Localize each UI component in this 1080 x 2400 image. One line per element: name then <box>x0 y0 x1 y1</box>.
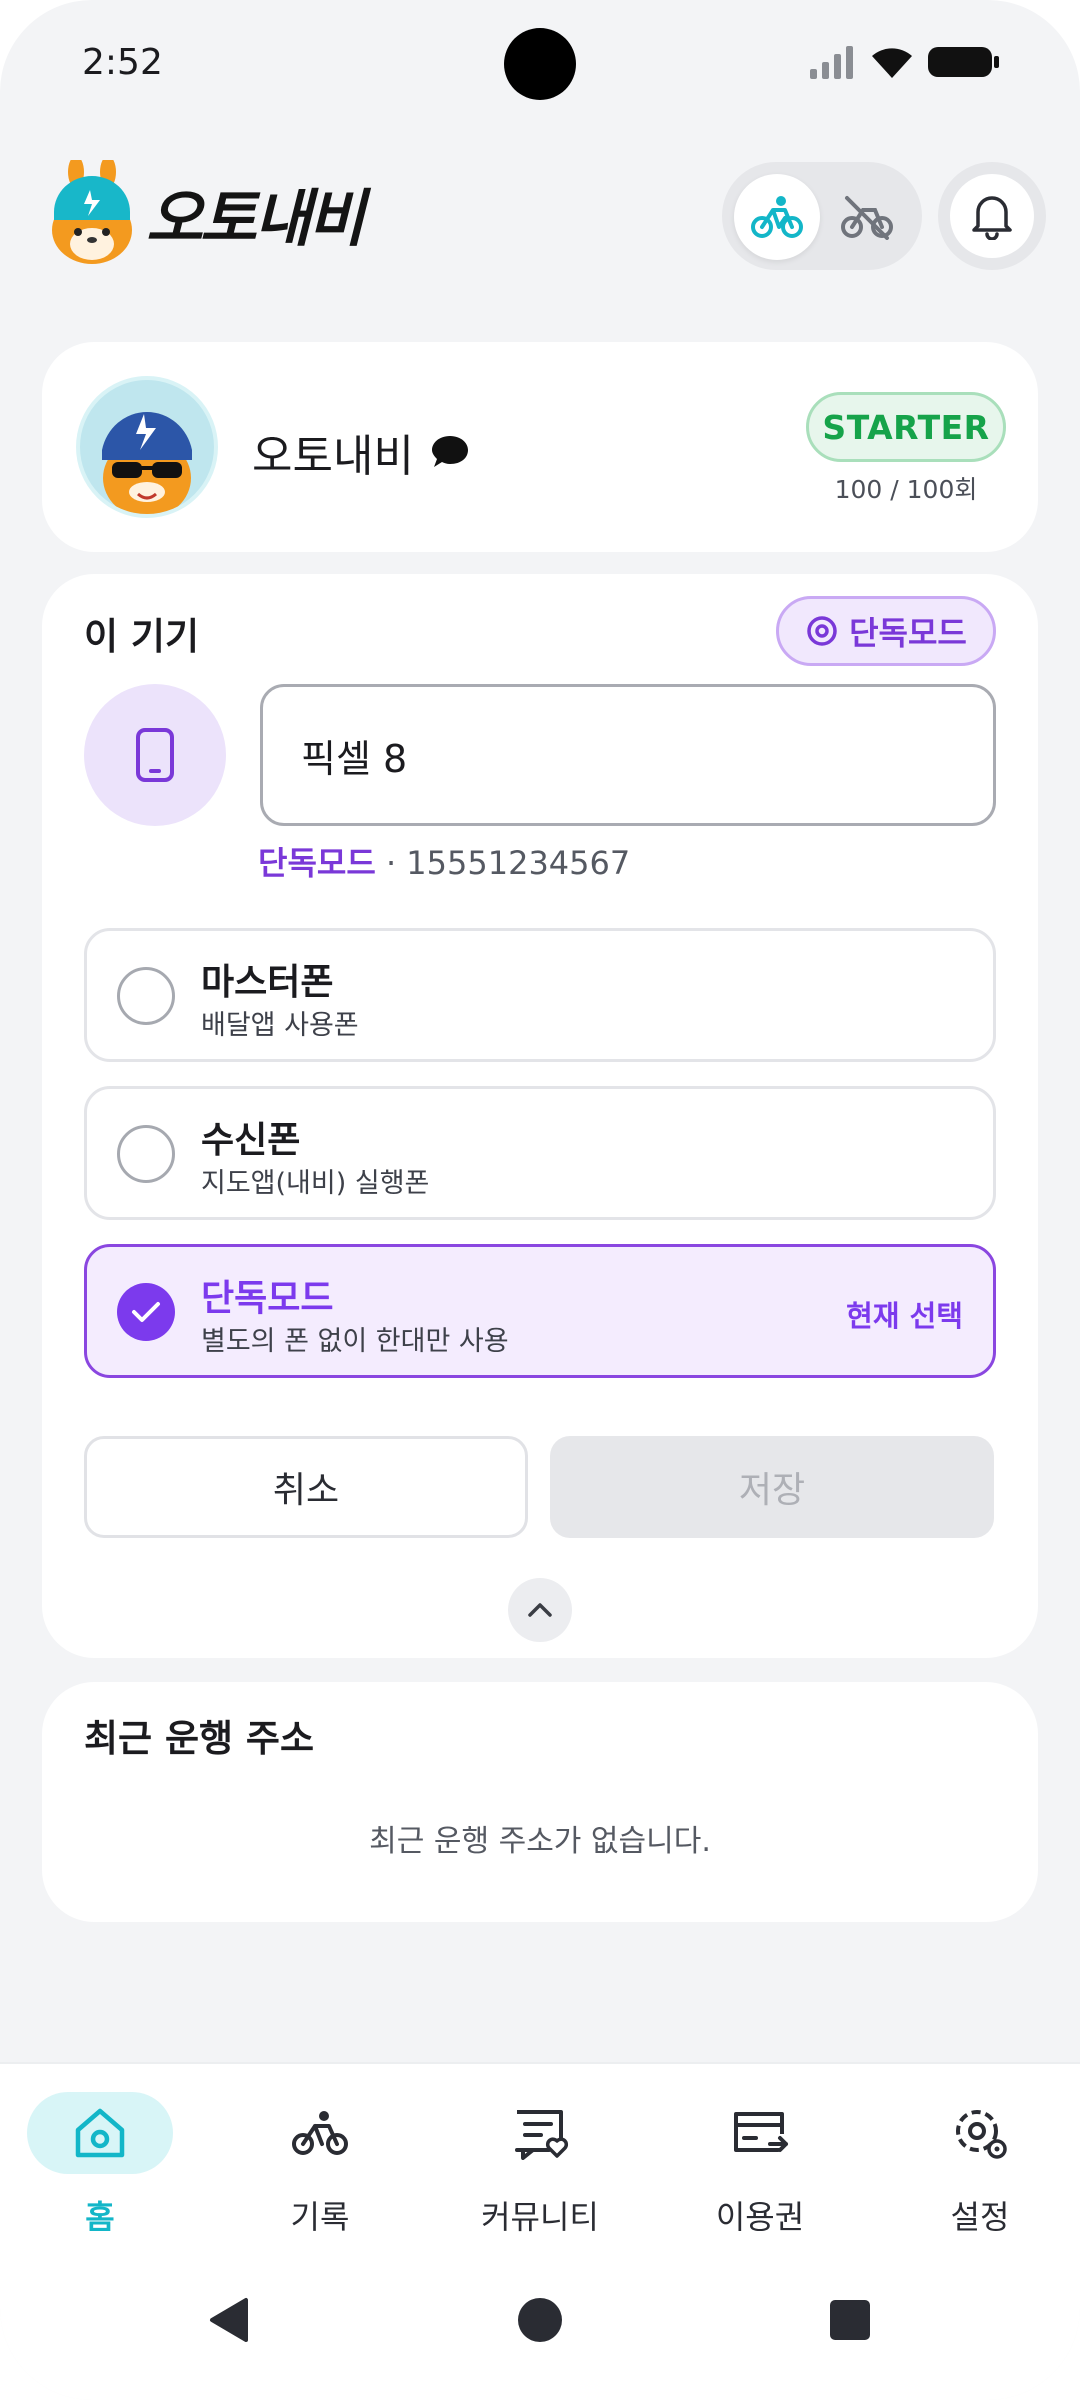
option-title: 마스터폰 <box>201 962 334 1003</box>
device-phone-number: 15551234567 <box>406 844 631 882</box>
nav-icon-pill <box>907 2092 1053 2174</box>
nav-label: 기록 <box>290 2198 350 2236</box>
back-triangle-icon <box>210 2298 248 2342</box>
solo-mode-chip[interactable]: 단독모드 <box>776 596 996 666</box>
option-subtitle: 지도앱(내비) 실행폰 <box>201 1168 430 1199</box>
bike-off-icon <box>841 196 893 240</box>
check-icon <box>132 1302 160 1322</box>
notifications-button-inner[interactable] <box>950 174 1034 258</box>
recents-square-icon <box>830 2300 870 2340</box>
recent-addresses-card: 최근 운행 주소 최근 운행 주소가 없습니다. <box>42 1682 1038 1922</box>
plan-badge: STARTER <box>806 392 1006 462</box>
profile-card[interactable]: 오토내비 STARTER 100 / 100회 <box>42 342 1038 552</box>
nav-label: 커뮤니티 <box>481 2198 599 2236</box>
option-title: 단독모드 <box>201 1278 334 1319</box>
device-name-input[interactable] <box>260 684 996 826</box>
bike-icon <box>292 2111 348 2155</box>
nav-label: 설정 <box>950 2198 1010 2236</box>
device-meta-separator: · <box>375 844 407 882</box>
home-circle-icon <box>518 2298 562 2342</box>
system-nav-bar <box>0 2280 1080 2400</box>
recent-empty-message: 최근 운행 주소가 없습니다. <box>369 1824 711 1859</box>
nav-icon-pill <box>27 2092 173 2174</box>
nav-home[interactable]: 홈 <box>10 2092 190 2252</box>
nav-history[interactable]: 기록 <box>230 2092 410 2252</box>
phone-icon <box>136 728 174 782</box>
bike-icon <box>751 196 803 238</box>
device-meta-mode: 단독모드 <box>258 844 376 882</box>
app-screen: 2:52 오토내비 오토내비 STARTER 100 / 100회 이 기기 단… <box>0 0 1080 2400</box>
radio-checked[interactable] <box>117 1283 175 1341</box>
device-icon-circle <box>84 684 226 826</box>
ride-mode-toggle[interactable] <box>722 162 922 270</box>
tiger-avatar-icon <box>102 411 192 514</box>
wifi-icon <box>872 48 912 78</box>
profile-name-row: 오토내비 <box>252 420 470 484</box>
option-solo-mode[interactable]: 단독모드 별도의 폰 없이 한대만 사용 현재 선택 <box>84 1244 996 1378</box>
ticket-icon <box>734 2112 788 2152</box>
home-icon <box>75 2108 125 2158</box>
profile-name: 오토내비 <box>252 431 414 482</box>
signal-icon <box>810 46 853 79</box>
settings-icon <box>956 2110 1007 2159</box>
nav-settings[interactable]: 설정 <box>890 2092 1070 2252</box>
cancel-button[interactable]: 취소 <box>84 1436 528 1538</box>
app-logo: 오토내비 <box>46 160 365 266</box>
radio-unchecked[interactable] <box>117 967 175 1025</box>
target-icon <box>807 616 837 646</box>
chevron-up-icon <box>528 1603 552 1617</box>
nav-label: 이용권 <box>715 2198 805 2236</box>
nav-icon-pill <box>687 2092 833 2174</box>
community-icon <box>515 2110 569 2160</box>
tiger-mascot-icon <box>52 160 132 264</box>
collapse-button[interactable] <box>508 1578 572 1642</box>
status-icons <box>810 44 1000 80</box>
option-subtitle: 별도의 폰 없이 한대만 사용 <box>201 1326 509 1357</box>
device-card: 이 기기 단독모드 단독모드 · 15551234567 마스터폰 배달앱 사용… <box>42 574 1038 1658</box>
nav-icon-pill <box>247 2092 393 2174</box>
device-section-title: 이 기기 <box>84 615 200 658</box>
radio-unchecked[interactable] <box>117 1125 175 1183</box>
system-back-button[interactable] <box>188 2280 268 2360</box>
nav-label: 홈 <box>85 2198 115 2236</box>
camera-cutout <box>504 28 576 100</box>
system-recents-button[interactable] <box>810 2280 890 2360</box>
avatar <box>76 376 218 518</box>
solo-mode-chip-label: 단독모드 <box>849 614 967 652</box>
ride-off-option[interactable] <box>824 174 910 260</box>
nav-icon-pill <box>467 2092 613 2174</box>
plan-usage: 100 / 100회 <box>834 475 978 504</box>
battery-icon <box>928 47 999 77</box>
app-name: 오토내비 <box>146 182 365 255</box>
notifications-button[interactable] <box>938 162 1046 270</box>
option-master-phone[interactable]: 마스터폰 배달앱 사용폰 <box>84 928 996 1062</box>
bell-icon <box>972 196 1012 240</box>
option-title: 수신폰 <box>201 1120 301 1161</box>
save-button[interactable]: 저장 <box>550 1436 994 1538</box>
nav-community[interactable]: 커뮤니티 <box>450 2092 630 2252</box>
option-subtitle: 배달앱 사용폰 <box>201 1010 359 1041</box>
recent-section-title: 최근 운행 주소 <box>84 1717 315 1760</box>
option-receiver-phone[interactable]: 수신폰 지도앱(내비) 실행폰 <box>84 1086 996 1220</box>
chat-bubble-icon[interactable] <box>430 434 470 470</box>
status-time: 2:52 <box>82 42 163 83</box>
ride-on-option[interactable] <box>734 174 820 260</box>
nav-ticket[interactable]: 이용권 <box>670 2092 850 2252</box>
system-home-button[interactable] <box>500 2280 580 2360</box>
current-selection-label: 현재 선택 <box>846 1299 963 1333</box>
device-meta: 단독모드 · 15551234567 <box>258 838 630 884</box>
